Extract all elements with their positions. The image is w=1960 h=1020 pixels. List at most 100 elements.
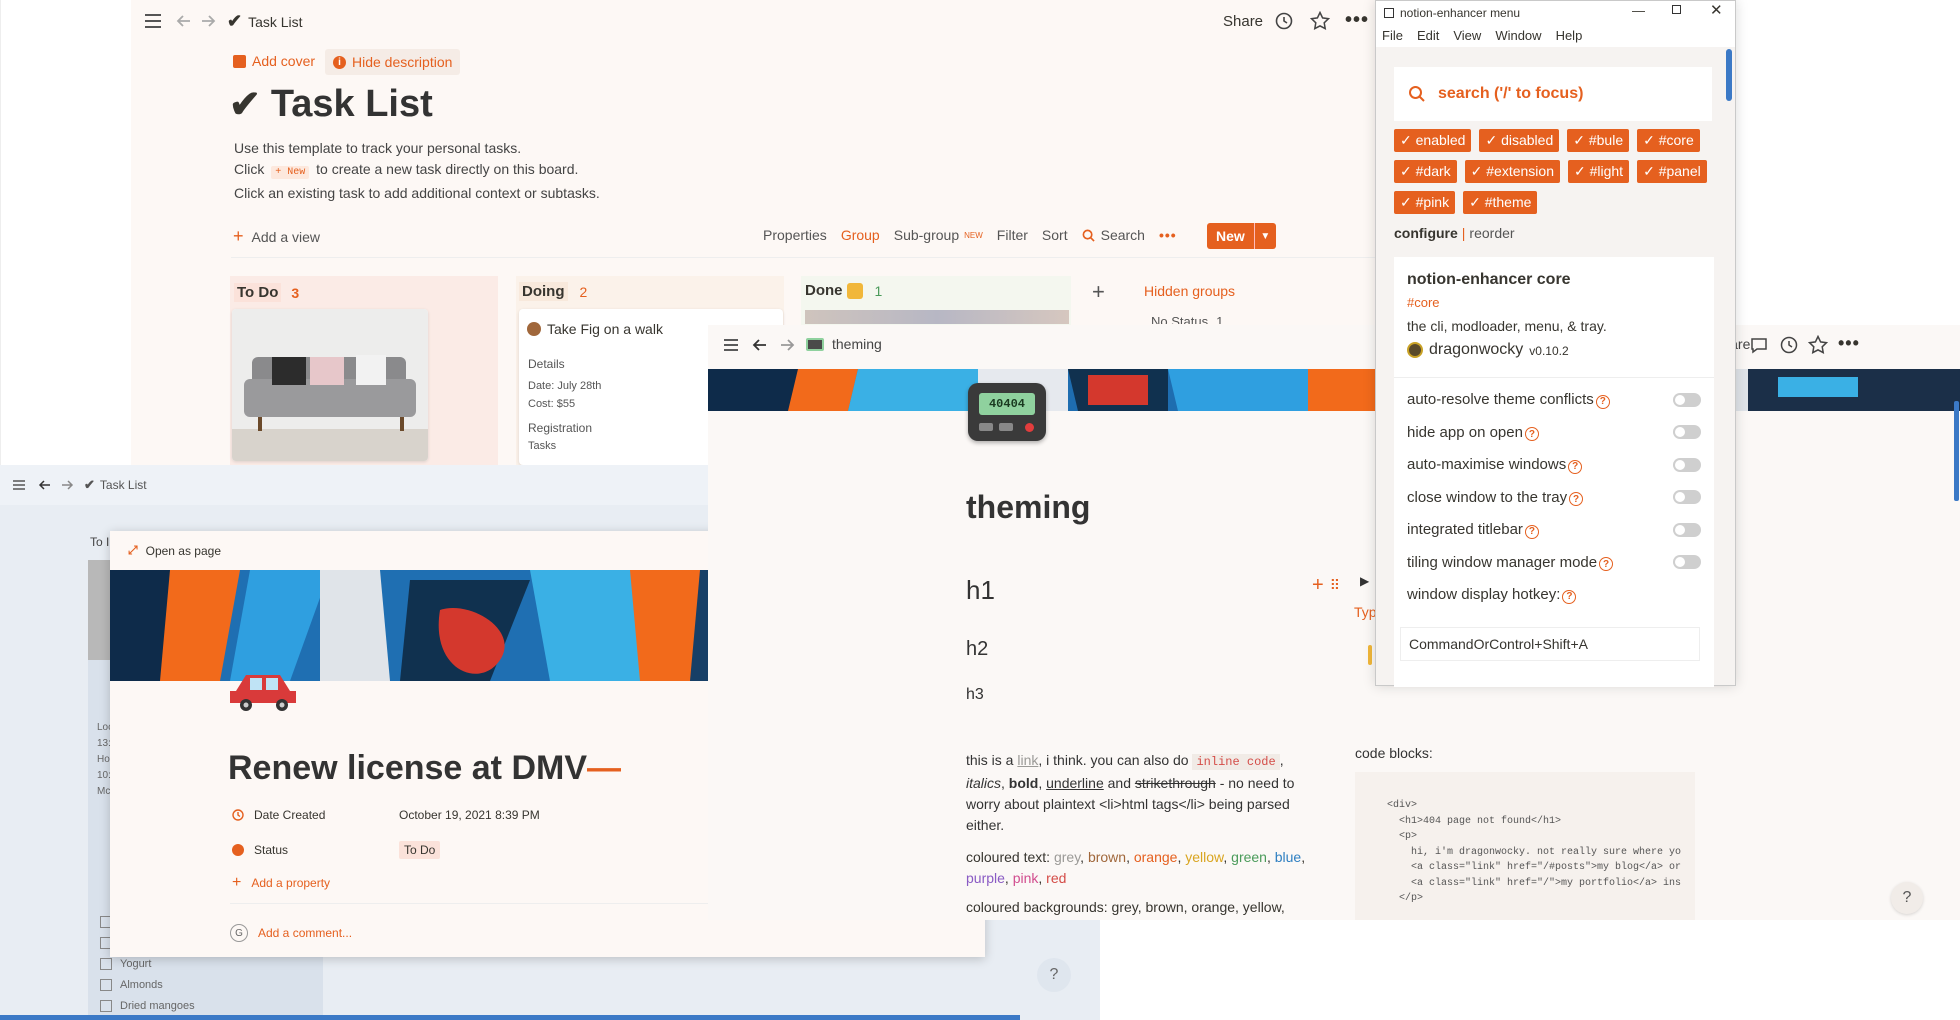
checkmark-icon: ✔ xyxy=(229,84,261,126)
back-arrow-icon[interactable] xyxy=(175,12,193,30)
properties-button[interactable]: Properties xyxy=(763,227,827,243)
search-button[interactable]: Search xyxy=(1082,227,1145,243)
search-input[interactable]: search ('/' to focus) xyxy=(1394,67,1712,121)
tag-light[interactable]: ✓ #light xyxy=(1567,160,1630,183)
help-button[interactable]: ? xyxy=(1891,882,1923,914)
toggle-switch[interactable] xyxy=(1673,457,1701,472)
vertical-scrollbar[interactable] xyxy=(1954,401,1959,501)
help-icon[interactable]: ? xyxy=(1524,427,1539,441)
filter-button[interactable]: Filter xyxy=(997,227,1028,243)
breadcrumb[interactable]: theming xyxy=(806,336,882,352)
history-icon[interactable] xyxy=(1275,12,1293,30)
history-icon[interactable] xyxy=(1780,336,1798,354)
new-dropdown-chevron-icon[interactable]: ▼ xyxy=(1253,223,1276,249)
new-button[interactable]: New xyxy=(1207,223,1254,249)
breadcrumb[interactable]: ✔ Task List xyxy=(84,477,147,493)
add-property-button[interactable]: + Add a property xyxy=(232,874,330,892)
block-handle[interactable]: + ⠿ xyxy=(1312,574,1340,597)
more-options-icon[interactable]: ••• xyxy=(1838,333,1860,354)
vertical-scrollbar[interactable] xyxy=(1726,49,1732,101)
back-arrow-icon[interactable] xyxy=(38,478,52,492)
toggle-switch[interactable] xyxy=(1673,425,1701,440)
hidden-groups-label[interactable]: Hidden groups xyxy=(1144,283,1235,299)
tag-extension[interactable]: ✓ #extension xyxy=(1464,160,1560,183)
mod-author[interactable]: dragonwocky v0.10.2 xyxy=(1407,341,1569,359)
hotkey-input[interactable]: CommandOrControl+Shift+A xyxy=(1400,627,1700,661)
toggle-triangle-icon[interactable]: ▶ xyxy=(1360,574,1369,588)
close-icon[interactable]: ✕ xyxy=(1710,1,1723,19)
tag-pink[interactable]: ✓ #pink xyxy=(1394,191,1456,214)
toggle-switch[interactable] xyxy=(1673,555,1701,570)
option-row[interactable]: auto-maximise windows? xyxy=(1407,456,1701,474)
view-more-icon[interactable]: ••• xyxy=(1159,227,1177,243)
minimize-icon[interactable]: — xyxy=(1632,3,1645,18)
reorder-tab[interactable]: reorder xyxy=(1469,225,1514,241)
help-icon[interactable]: ? xyxy=(1562,589,1577,604)
hide-description-button[interactable]: i Hide description xyxy=(325,49,461,75)
back-arrow-icon[interactable] xyxy=(751,336,769,354)
add-view-button[interactable]: + Add a view xyxy=(233,226,320,247)
menu-view[interactable]: View xyxy=(1453,28,1481,43)
toggle-switch[interactable] xyxy=(1673,490,1701,505)
sidebar-toggle-icon[interactable] xyxy=(143,11,163,31)
favorite-star-icon[interactable] xyxy=(1310,11,1330,31)
help-icon[interactable]: ? xyxy=(1595,394,1610,409)
favorite-star-icon[interactable] xyxy=(1808,335,1828,355)
group-button[interactable]: Group xyxy=(841,227,880,243)
tag-bule[interactable]: ✓ #bule xyxy=(1567,129,1630,152)
text-link[interactable]: link xyxy=(1017,752,1038,768)
forward-arrow-icon[interactable] xyxy=(199,12,217,30)
task-card-sofa-image[interactable] xyxy=(232,309,428,461)
forward-arrow-icon[interactable] xyxy=(60,478,74,492)
sidebar-toggle-icon[interactable] xyxy=(722,336,740,354)
sort-button[interactable]: Sort xyxy=(1042,227,1068,243)
property-date-created[interactable]: Date Created October 19, 2021 8:39 PM xyxy=(232,808,632,822)
checklist-item[interactable]: Dried mangoes xyxy=(100,999,195,1013)
more-options-icon[interactable]: ••• xyxy=(1345,9,1369,32)
option-row[interactable]: close window to the tray? xyxy=(1407,489,1701,506)
add-cover-button[interactable]: Add cover xyxy=(233,53,315,69)
tag-panel[interactable]: ✓ #panel xyxy=(1637,160,1707,183)
horizontal-scrollbar[interactable] xyxy=(0,1015,1020,1020)
drag-handle-icon[interactable]: ⠿ xyxy=(1330,577,1340,594)
toggle-switch[interactable] xyxy=(1673,392,1701,407)
add-block-plus-icon[interactable]: + xyxy=(1312,574,1324,597)
toggle-switch[interactable] xyxy=(1673,522,1701,537)
subgroup-button[interactable]: Sub-group NEW xyxy=(894,227,983,243)
help-button[interactable]: ? xyxy=(1037,958,1071,992)
help-icon[interactable]: ? xyxy=(1524,524,1539,539)
help-icon[interactable]: ? xyxy=(1599,557,1614,571)
help-icon[interactable]: ? xyxy=(1569,492,1584,506)
menu-edit[interactable]: Edit xyxy=(1417,28,1439,43)
open-as-page-button[interactable]: ⤢ Open as page xyxy=(128,543,221,558)
checklist-item[interactable]: Almonds xyxy=(100,978,195,992)
option-row[interactable]: hide app on open? xyxy=(1407,424,1701,441)
tag-disabled[interactable]: ✓ disabled xyxy=(1479,129,1560,152)
property-status[interactable]: Status To Do xyxy=(232,841,632,859)
option-row[interactable]: integrated titlebar? xyxy=(1407,521,1701,539)
forward-arrow-icon[interactable] xyxy=(778,336,796,354)
comments-icon[interactable] xyxy=(1750,336,1768,354)
menu-file[interactable]: File xyxy=(1382,28,1403,43)
done-card-cover[interactable] xyxy=(805,310,1069,324)
add-group-plus-icon[interactable]: + xyxy=(1092,279,1105,305)
tag-theme[interactable]: ✓ #theme xyxy=(1463,191,1538,214)
option-row[interactable]: tiling window manager mode? xyxy=(1407,554,1701,571)
tag-dark[interactable]: ✓ #dark xyxy=(1394,160,1457,183)
configure-tab[interactable]: configure xyxy=(1394,225,1458,241)
maximize-icon[interactable] xyxy=(1672,5,1681,14)
renew-title: Renew license at DMV— xyxy=(228,749,621,788)
add-comment-input[interactable]: G Add a comment... xyxy=(230,924,352,942)
help-icon[interactable]: ? xyxy=(1568,459,1583,474)
breadcrumb[interactable]: ✔ Task List xyxy=(227,11,303,32)
option-row[interactable]: auto-resolve theme conflicts? xyxy=(1407,391,1701,409)
tag-enabled[interactable]: ✓ enabled xyxy=(1394,129,1472,152)
no-status-group[interactable]: No Status 1 xyxy=(1151,314,1223,324)
menu-help[interactable]: Help xyxy=(1556,28,1583,43)
tag-core[interactable]: ✓ #core xyxy=(1637,129,1700,152)
sidebar-toggle-icon[interactable] xyxy=(12,478,26,492)
menu-window[interactable]: Window xyxy=(1495,28,1541,43)
heading-3: h3 xyxy=(966,686,984,703)
checklist-item[interactable]: Yogurt xyxy=(100,957,195,971)
share-button[interactable]: Share xyxy=(1223,13,1263,30)
